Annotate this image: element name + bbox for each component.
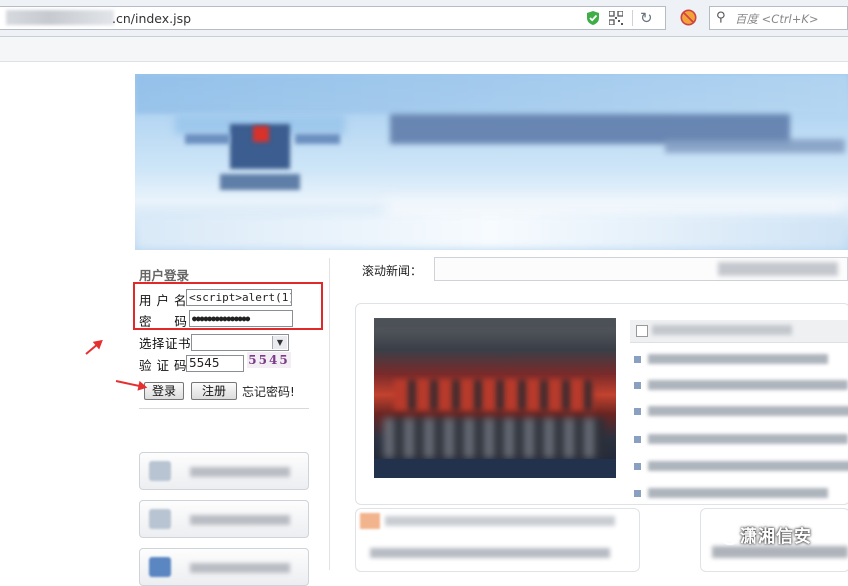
- site-banner: [135, 74, 848, 250]
- news-photo[interactable]: [374, 318, 616, 478]
- search-placeholder: 百度 <Ctrl+K>: [735, 12, 819, 26]
- annotation-arrow-1: [85, 340, 102, 355]
- login-divider: [139, 408, 309, 409]
- reload-icon[interactable]: ↻: [640, 9, 653, 27]
- wechat-icon: [713, 525, 739, 545]
- forgot-password-link[interactable]: 忘记密码!: [242, 383, 295, 400]
- news-item-text: [648, 434, 848, 444]
- cert-label: 选择证书: [139, 336, 192, 351]
- scroll-news-label: 滚动新闻：: [362, 264, 423, 278]
- book-icon: [149, 509, 171, 529]
- bullet-icon: [634, 490, 641, 497]
- highlight-box: [133, 282, 323, 330]
- redacted-domain: [6, 10, 114, 25]
- captcha-image[interactable]: 5545: [247, 352, 291, 368]
- url-text[interactable]: .cn/index.jsp: [112, 11, 191, 26]
- column-divider: [329, 258, 330, 570]
- bullet-icon: [634, 436, 641, 443]
- adblock-icon[interactable]: [680, 9, 697, 26]
- captcha-label: 验 证 码: [139, 358, 187, 373]
- folder-icon: [149, 557, 171, 577]
- side-link-3-label: [190, 563, 290, 573]
- chevron-down-icon[interactable]: ▼: [272, 336, 287, 349]
- news-item-text: [648, 406, 848, 416]
- news-item-text: [648, 354, 828, 364]
- annotation-arrow-2: [115, 380, 146, 389]
- bullet-icon: [634, 408, 641, 415]
- photo-caption: [374, 459, 616, 478]
- panel-icon: [360, 513, 380, 529]
- side-link-1[interactable]: [139, 452, 309, 490]
- news-item-text: [648, 488, 828, 498]
- bottom-panel-left-title: [385, 516, 615, 526]
- news-header-title: [652, 325, 792, 335]
- news-header-icon: [636, 325, 648, 337]
- ticker-text-redacted: [718, 262, 838, 276]
- register-button[interactable]: 注册: [191, 382, 237, 400]
- doc-icon: [149, 461, 171, 481]
- watermark-text: 潇湘信安: [740, 527, 812, 547]
- side-link-1-label: [190, 467, 290, 477]
- bottom-panel-right-item[interactable]: [712, 546, 848, 558]
- security-shield-icon[interactable]: [586, 10, 600, 26]
- side-link-3[interactable]: [139, 548, 309, 586]
- news-item-text: [648, 461, 848, 471]
- side-link-2[interactable]: [139, 500, 309, 538]
- news-item-text: [648, 380, 848, 390]
- login-button[interactable]: 登录: [144, 382, 184, 400]
- search-icon[interactable]: ⚲: [716, 10, 726, 25]
- bullet-icon: [634, 382, 641, 389]
- bottom-panel-left-item[interactable]: [370, 548, 610, 558]
- bullet-icon: [634, 356, 641, 363]
- cert-select[interactable]: ▼: [191, 334, 289, 351]
- qr-code-icon[interactable]: [609, 11, 623, 25]
- bookmark-bar: [0, 37, 848, 62]
- side-link-2-label: [190, 515, 290, 525]
- bullet-icon: [634, 463, 641, 470]
- captcha-input[interactable]: 5545: [186, 355, 244, 372]
- toolbar-separator: [632, 10, 633, 26]
